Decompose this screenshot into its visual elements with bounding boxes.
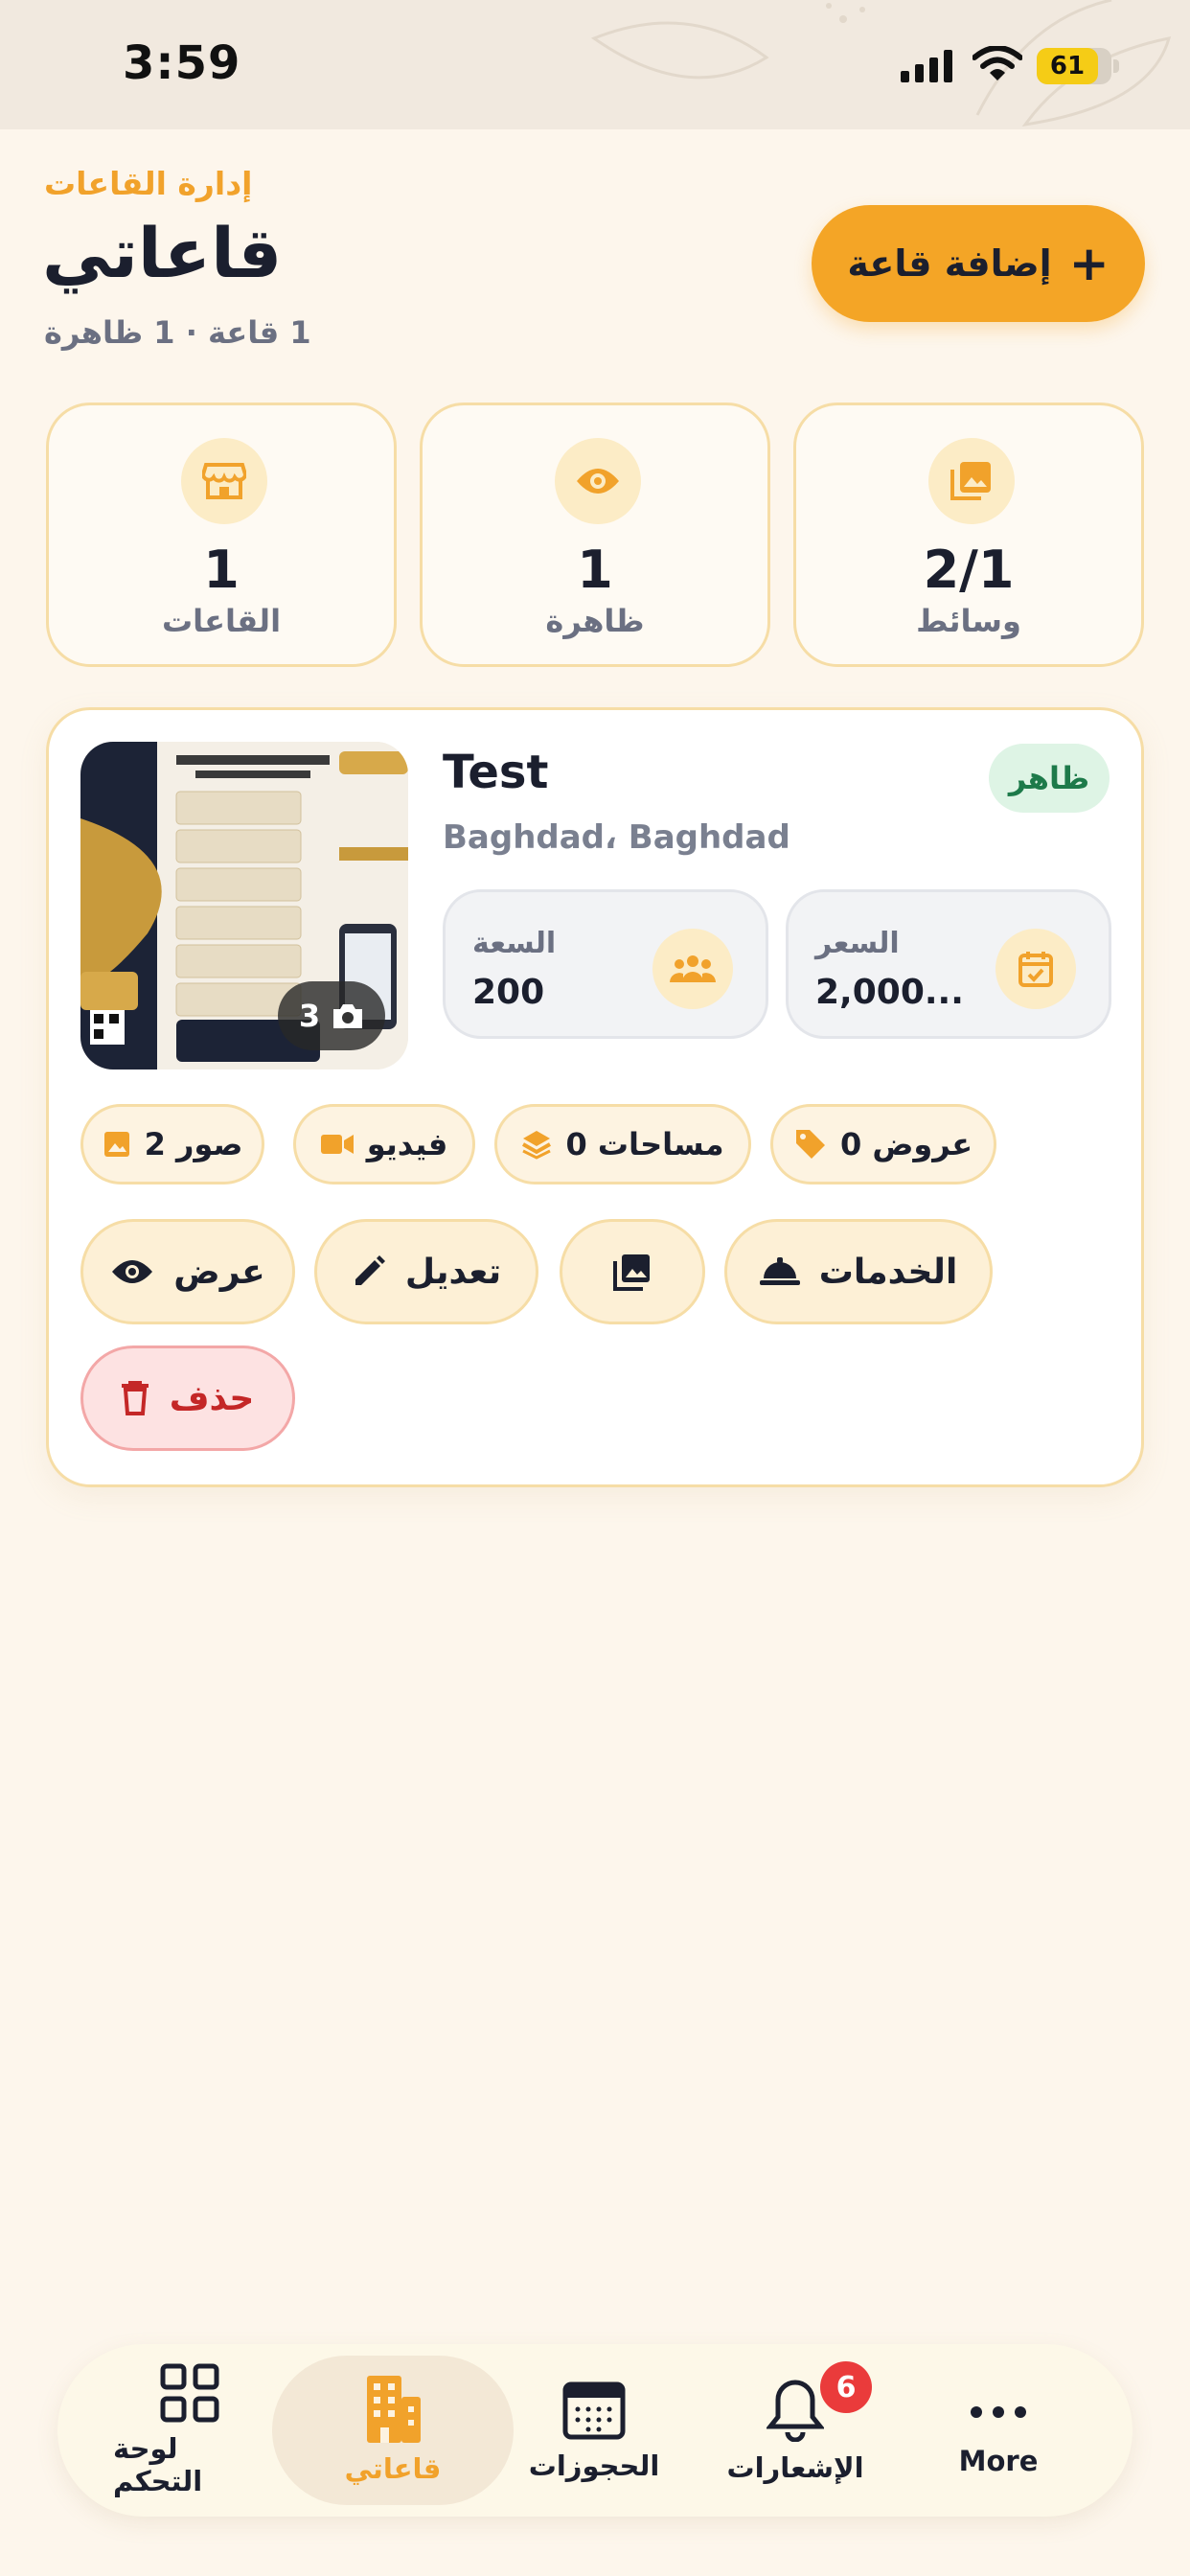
edit-button[interactable]: تعديل: [314, 1219, 538, 1324]
nav-bookings-label: الحجوزات: [528, 2450, 660, 2482]
photo-library-icon: [613, 1254, 650, 1291]
people-icon: [652, 929, 733, 1009]
nav-dashboard-label: لوحة التحكم: [113, 2432, 203, 2497]
video-chip-label: فيديو: [366, 1126, 448, 1162]
store-icon: [181, 438, 267, 524]
page-title: قاعاتي: [42, 213, 283, 293]
gallery-button[interactable]: [560, 1219, 705, 1324]
price-value: 2,000...: [815, 973, 964, 1012]
nav-bookings[interactable]: الحجوزات: [517, 2344, 671, 2517]
nav-more[interactable]: More: [922, 2344, 1075, 2517]
price-metric: السعر 2,000...: [786, 889, 1111, 1039]
nav-halls[interactable]: قاعاتي: [316, 2344, 469, 2517]
stat-value: 2/1: [923, 540, 1015, 600]
photo-count-badge: 3: [278, 981, 385, 1050]
add-hall-button[interactable]: إضافة قاعة +: [812, 205, 1145, 322]
trash-icon: [121, 1381, 149, 1415]
battery-icon: 61: [1037, 48, 1111, 84]
stat-label: القاعات: [161, 603, 282, 639]
add-hall-label: إضافة قاعة: [847, 242, 1052, 285]
eye-icon: [555, 438, 641, 524]
capacity-label: السعة: [472, 927, 557, 960]
battery-nub: [1113, 59, 1119, 73]
spaces-chip[interactable]: 0 مساحات: [494, 1104, 751, 1184]
stat-value: 1: [203, 540, 240, 600]
nav-notifications-label: الإشعارات: [726, 2451, 864, 2484]
stat-label: وسائط: [916, 603, 1021, 639]
video-chip[interactable]: فيديو: [293, 1104, 475, 1184]
view-button[interactable]: عرض: [80, 1219, 295, 1324]
nav-more-label: More: [958, 2445, 1039, 2477]
camera-icon: [333, 1004, 363, 1028]
layers-icon: [522, 1131, 552, 1160]
gallery-icon: [928, 438, 1015, 524]
battery-level: 61: [1037, 48, 1098, 84]
delete-button[interactable]: حذف: [80, 1346, 295, 1451]
services-button[interactable]: الخدمات: [724, 1219, 993, 1324]
photo-count: 3: [298, 998, 321, 1034]
hall-name: Test: [443, 746, 549, 799]
price-label: السعر: [815, 927, 900, 960]
offers-chip-label: 0 عروض: [839, 1126, 973, 1162]
status-time: 3:59: [123, 36, 241, 90]
page-subtitle: 1 قاعة · 1 ظاهرة: [44, 314, 311, 351]
eye-icon: [112, 1260, 153, 1283]
services-button-label: الخدمات: [818, 1252, 958, 1292]
nav-halls-label: قاعاتي: [344, 2452, 442, 2485]
tag-icon: [795, 1130, 825, 1159]
calendar-icon: [562, 2381, 626, 2440]
delete-button-label: حذف: [169, 1378, 255, 1418]
notifications-count-badge: 6: [820, 2361, 872, 2413]
more-dots-icon: [971, 2406, 1026, 2418]
grid-icon: [160, 2363, 219, 2423]
page-eyebrow: إدارة القاعات: [44, 165, 253, 202]
visibility-status-badge: ظاهر: [989, 744, 1110, 813]
capacity-metric: السعة 200: [443, 889, 768, 1039]
pencil-icon: [355, 1255, 385, 1285]
capacity-value: 200: [472, 973, 545, 1012]
image-icon: [103, 1132, 129, 1157]
view-button-label: عرض: [173, 1252, 265, 1292]
spaces-chip-label: 0 مساحات: [565, 1126, 724, 1162]
video-camera-icon: [320, 1135, 354, 1154]
stat-card-media: 2/1 وسائط: [793, 402, 1144, 667]
calendar-check-icon: [995, 929, 1076, 1009]
hall-location: Baghdad، Baghdad: [443, 818, 790, 857]
stat-label: ظاهرة: [545, 603, 645, 639]
stat-card-halls: 1 القاعات: [46, 402, 397, 667]
room-service-icon: [759, 1257, 800, 1285]
plus-icon: +: [1068, 236, 1110, 291]
stat-value: 1: [577, 540, 613, 600]
building-icon: [367, 2376, 421, 2443]
photos-chip-label: 2 صور: [144, 1126, 243, 1162]
offers-chip[interactable]: 0 عروض: [770, 1104, 996, 1184]
wifi-icon: [973, 46, 1022, 80]
photos-chip[interactable]: 2 صور: [80, 1104, 264, 1184]
bell-icon: [767, 2380, 824, 2442]
edit-button-label: تعديل: [404, 1252, 502, 1292]
stat-card-visible: 1 ظاهرة: [420, 402, 770, 667]
cellular-signal-icon: [901, 50, 952, 82]
nav-dashboard[interactable]: لوحة التحكم: [113, 2344, 266, 2517]
